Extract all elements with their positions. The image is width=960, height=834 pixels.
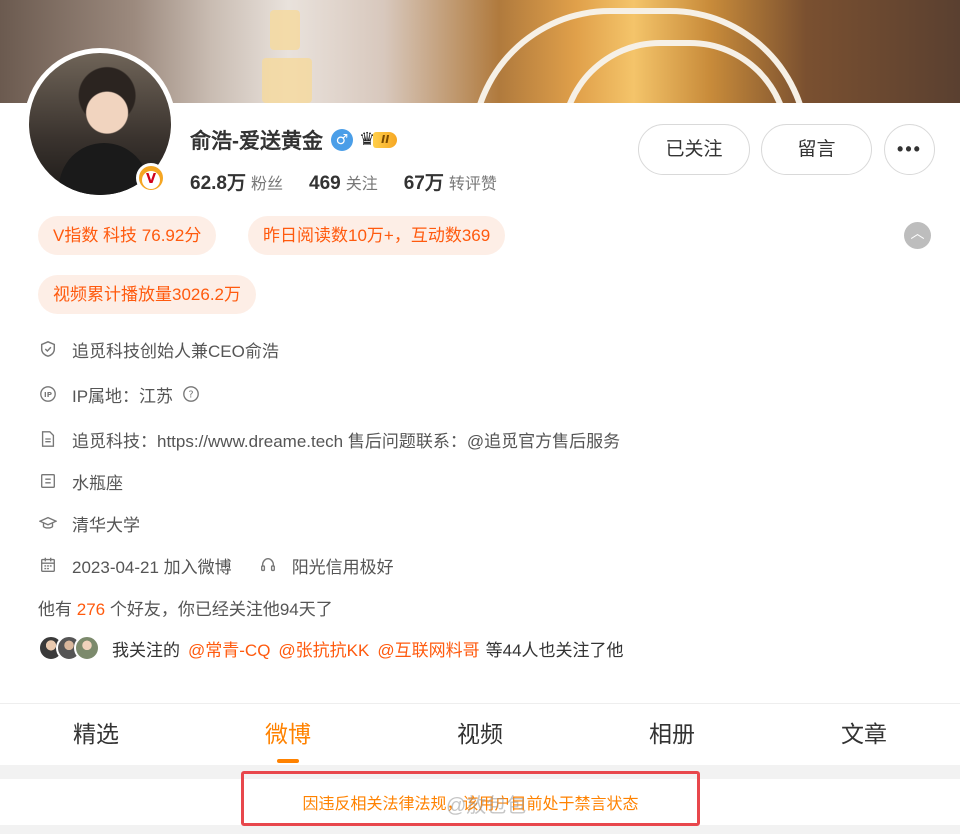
tab-articles[interactable]: 文章 <box>768 704 960 765</box>
tab-album[interactable]: 相册 <box>576 704 768 765</box>
v-index-tag[interactable]: V指数 科技 76.92分 <box>38 216 217 255</box>
info-ip-location: IP IP属地：江苏 ? <box>38 381 201 407</box>
followed-button[interactable]: 已关注 <box>638 124 750 175</box>
following-stat[interactable]: 469 关注 <box>309 170 378 195</box>
info-school: 清华大学 <box>38 510 140 536</box>
verified-badge-icon: V <box>136 163 166 193</box>
reads-tag[interactable]: 昨日阅读数10万+，互动数369 <box>248 216 506 255</box>
graduation-cap-icon <box>38 513 58 533</box>
help-icon[interactable]: ? <box>181 384 201 404</box>
mutual-follows: 我关注的 @常青-CQ @张抗抗KK @互联网料哥 等44人也关注了他 <box>38 634 624 662</box>
more-options-button[interactable]: ••• <box>884 124 935 175</box>
collapse-chevron-up-icon[interactable]: ︿ <box>904 222 931 249</box>
info-joined: 2023-04-21 加入微博 阳光信用极好 <box>38 552 394 578</box>
vip-level-badge: II <box>373 132 398 148</box>
profile-name-row: 俞浩-爱送黄金 ♂ ♛ II <box>190 126 398 154</box>
tab-weibo[interactable]: 微博 <box>192 704 384 765</box>
ip-icon: IP <box>38 384 58 404</box>
mutual-user-link[interactable]: @张抗抗KK <box>278 636 369 661</box>
document-icon <box>38 429 58 449</box>
info-bio: 追觅科技：https://www.dreame.tech 售后问题联系：@追觅官… <box>38 426 620 452</box>
watermark: @放包包 <box>446 795 527 817</box>
credit-headset-icon <box>258 555 278 575</box>
tab-featured[interactable]: 精选 <box>0 704 192 765</box>
friends-summary: 他有 276 个好友，你已经关注他94天了 <box>38 600 333 619</box>
likes-stat: 67万 转评赞 <box>403 173 497 194</box>
profile-stats: 62.8万 粉丝 469 关注 67万 转评赞 <box>190 168 523 195</box>
avatar <box>74 635 100 661</box>
tab-video[interactable]: 视频 <box>384 704 576 765</box>
svg-text:?: ? <box>188 390 193 401</box>
shield-icon <box>38 339 58 359</box>
message-button[interactable]: 留言 <box>761 124 872 175</box>
card-icon <box>38 471 58 491</box>
info-zodiac: 水瓶座 <box>38 468 123 494</box>
mutual-avatars[interactable] <box>38 635 100 661</box>
video-plays-tag[interactable]: 视频累计播放量3026.2万 <box>38 275 256 314</box>
male-icon: ♂ <box>331 129 353 151</box>
mutual-user-link[interactable]: @互联网料哥 <box>377 636 479 661</box>
profile-name: 俞浩-爱送黄金 <box>190 130 323 153</box>
profile-tabs: 精选 微博 视频 相册 文章 <box>0 703 960 765</box>
info-verification: 追觅科技创始人兼CEO俞浩 <box>38 336 279 362</box>
followers-stat[interactable]: 62.8万 粉丝 <box>190 168 283 195</box>
profile-card: V 俞浩-爱送黄金 ♂ ♛ II 62.8万 粉丝 469 关注 67万 转评赞 已关注… <box>0 0 960 765</box>
vip-crown-icon[interactable]: ♛ II <box>359 130 398 150</box>
svg-text:IP: IP <box>44 390 52 399</box>
mutual-user-link[interactable]: @常青-CQ <box>188 636 270 661</box>
friends-count[interactable]: 276 <box>77 600 105 619</box>
calendar-icon <box>38 555 58 575</box>
